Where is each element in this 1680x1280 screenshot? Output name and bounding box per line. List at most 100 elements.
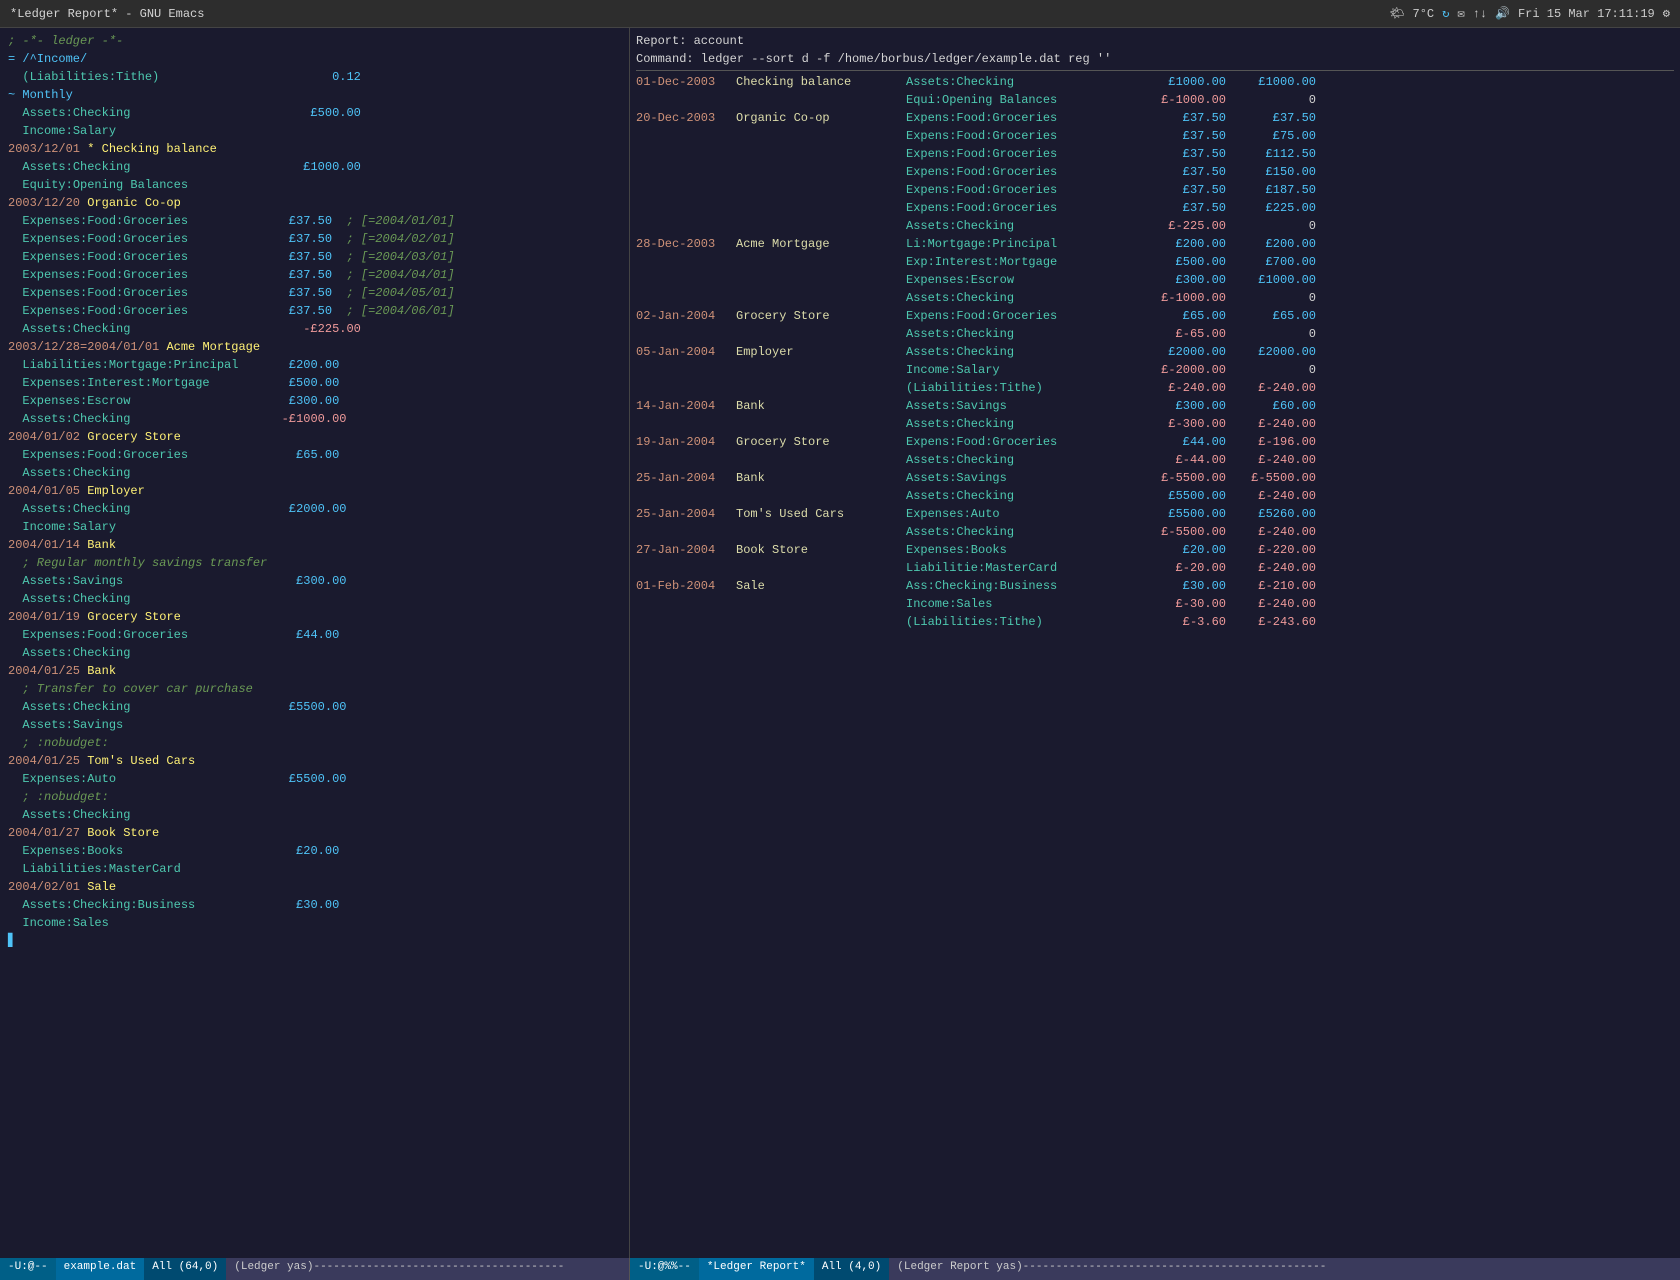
left-line-15: Expenses:Food:Groceries £37.50 ; [=2004/… bbox=[0, 212, 629, 230]
r-row-10a: 27-Jan-2004 Book Store Expenses:Books £2… bbox=[630, 541, 1680, 559]
report-command: Command: ledger --sort d -f /home/borbus… bbox=[636, 50, 1111, 68]
r-row-5c: (Liabilities:Tithe) £-240.00 £-240.00 bbox=[630, 379, 1680, 397]
left-line-64: ▋ bbox=[0, 932, 629, 950]
left-line-33: 2004/01/05 Employer bbox=[0, 482, 629, 500]
left-line-24: Liabilities:Mortgage:Principal £200.00 bbox=[0, 356, 629, 374]
report-label: Report: account bbox=[636, 32, 744, 50]
left-line-4: (Liabilities:Tithe) 0.12 bbox=[0, 68, 629, 86]
left-line-44: Assets:Checking bbox=[0, 644, 629, 662]
r-row-2a: 20-Dec-2003 Organic Co-op Expens:Food:Gr… bbox=[630, 109, 1680, 127]
left-line-6: ~ Monthly bbox=[0, 86, 629, 104]
left-line-14: 2003/12/20 Organic Co-op bbox=[0, 194, 629, 212]
left-line-29: 2004/01/02 Grocery Store bbox=[0, 428, 629, 446]
r-row-2c: Expens:Food:Groceries £37.50 £112.50 bbox=[630, 145, 1680, 163]
left-line-25: Expenses:Interest:Mortgage £500.00 bbox=[0, 374, 629, 392]
left-line-8: Income:Salary bbox=[0, 122, 629, 140]
titlebar-title: *Ledger Report* - GNU Emacs bbox=[10, 7, 204, 21]
r-row-5b: Income:Salary £-2000.00 0 bbox=[630, 361, 1680, 379]
r-row-11a: 01-Feb-2004 Sale Ass:Checking:Business £… bbox=[630, 577, 1680, 595]
left-pane[interactable]: ; -*- ledger -*- = /^Income/ (Liabilitie… bbox=[0, 28, 630, 1258]
left-line-3: = /^Income/ bbox=[0, 50, 629, 68]
status-left: -U:@-- example.dat All (64,0) (Ledger ya… bbox=[0, 1258, 630, 1280]
right-pos: All (4,0) bbox=[814, 1258, 889, 1280]
left-line-62: Assets:Checking:Business £30.00 bbox=[0, 896, 629, 914]
r-row-3d: Assets:Checking £-1000.00 0 bbox=[630, 289, 1680, 307]
left-line-7: Assets:Checking £500.00 bbox=[0, 104, 629, 122]
left-line-21: Assets:Checking -£225.00 bbox=[0, 320, 629, 338]
temperature: 7°C bbox=[1413, 7, 1435, 21]
datetime: Fri 15 Mar 17:11:19 bbox=[1518, 7, 1655, 21]
right-pane[interactable]: Report: account Command: ledger --sort d… bbox=[630, 28, 1680, 1258]
left-line-48: Assets:Checking £5500.00 bbox=[0, 698, 629, 716]
status-bar: -U:@-- example.dat All (64,0) (Ledger ya… bbox=[0, 1258, 1680, 1280]
left-line-49: Assets:Savings bbox=[0, 716, 629, 734]
left-line-34: Assets:Checking £2000.00 bbox=[0, 500, 629, 518]
left-line-26: Expenses:Escrow £300.00 bbox=[0, 392, 629, 410]
main-container: ; -*- ledger -*- = /^Income/ (Liabilitie… bbox=[0, 28, 1680, 1258]
r-row-2d: Expens:Food:Groceries £37.50 £150.00 bbox=[630, 163, 1680, 181]
r-row-3b: Exp:Interest:Mortgage £500.00 £700.00 bbox=[630, 253, 1680, 271]
right-mode-name: (Ledger Report yas)---------------------… bbox=[889, 1258, 1680, 1280]
right-file: *Ledger Report* bbox=[699, 1258, 814, 1280]
r-row-9a: 25-Jan-2004 Tom's Used Cars Expenses:Aut… bbox=[630, 505, 1680, 523]
weather-icon: 🌤 bbox=[1389, 6, 1404, 21]
settings-icon[interactable]: ⚙ bbox=[1663, 6, 1670, 21]
r-row-6b: Assets:Checking £-300.00 £-240.00 bbox=[630, 415, 1680, 433]
left-line-38: ; Regular monthly savings transfer bbox=[0, 554, 629, 572]
left-line-10: 2003/12/01 * Checking balance bbox=[0, 140, 629, 158]
left-line-27: Assets:Checking -£1000.00 bbox=[0, 410, 629, 428]
left-line-1: ; -*- ledger -*- bbox=[0, 32, 629, 50]
titlebar: *Ledger Report* - GNU Emacs 🌤 7°C ↻ ✉ ↑↓… bbox=[0, 0, 1680, 28]
r-row-5a: 05-Jan-2004 Employer Assets:Checking £20… bbox=[630, 343, 1680, 361]
left-line-55: Assets:Checking bbox=[0, 806, 629, 824]
volume-icon: 🔊 bbox=[1495, 6, 1510, 21]
r-row-8a: 25-Jan-2004 Bank Assets:Savings £-5500.0… bbox=[630, 469, 1680, 487]
left-line-47: ; Transfer to cover car purchase bbox=[0, 680, 629, 698]
report-header-1: Report: account bbox=[630, 32, 1680, 50]
left-line-16: Expenses:Food:Groceries £37.50 ; [=2004/… bbox=[0, 230, 629, 248]
reload-icon[interactable]: ↻ bbox=[1442, 6, 1449, 21]
left-line-52: 2004/01/25 Tom's Used Cars bbox=[0, 752, 629, 770]
r-row-8b: Assets:Checking £5500.00 £-240.00 bbox=[630, 487, 1680, 505]
left-line-17: Expenses:Food:Groceries £37.50 ; [=2004/… bbox=[0, 248, 629, 266]
report-header-2: Command: ledger --sort d -f /home/borbus… bbox=[630, 50, 1680, 68]
left-line-19: Expenses:Food:Groceries £37.50 ; [=2004/… bbox=[0, 284, 629, 302]
mail-icon: ✉ bbox=[1457, 6, 1464, 21]
left-line-46: 2004/01/25 Bank bbox=[0, 662, 629, 680]
r-row-10b: Liabilitie:MasterCard £-20.00 £-240.00 bbox=[630, 559, 1680, 577]
status-right: -U:@%%-- *Ledger Report* All (4,0) (Ledg… bbox=[630, 1258, 1680, 1280]
left-line-18: Expenses:Food:Groceries £37.50 ; [=2004/… bbox=[0, 266, 629, 284]
left-line-39: Assets:Savings £300.00 bbox=[0, 572, 629, 590]
r-row-2g: Assets:Checking £-225.00 0 bbox=[630, 217, 1680, 235]
network-icon: ↑↓ bbox=[1473, 7, 1487, 21]
r-row-9b: Assets:Checking £-5500.00 £-240.00 bbox=[630, 523, 1680, 541]
left-line-58: Expenses:Books £20.00 bbox=[0, 842, 629, 860]
left-pos: All (64,0) bbox=[144, 1258, 226, 1280]
r-row-2b: Expens:Food:Groceries £37.50 £75.00 bbox=[630, 127, 1680, 145]
left-file: example.dat bbox=[56, 1258, 145, 1280]
left-line-11: Assets:Checking £1000.00 bbox=[0, 158, 629, 176]
left-line-43: Expenses:Food:Groceries £44.00 bbox=[0, 626, 629, 644]
left-line-23: 2003/12/28=2004/01/01 Acme Mortgage bbox=[0, 338, 629, 356]
left-line-63: Income:Sales bbox=[0, 914, 629, 932]
r-row-11b: Income:Sales £-30.00 £-240.00 bbox=[630, 595, 1680, 613]
report-divider bbox=[636, 70, 1674, 71]
r-row-3a: 28-Dec-2003 Acme Mortgage Li:Mortgage:Pr… bbox=[630, 235, 1680, 253]
left-line-30: Expenses:Food:Groceries £65.00 bbox=[0, 446, 629, 464]
left-line-35: Income:Salary bbox=[0, 518, 629, 536]
r-row-3c: Expenses:Escrow £300.00 £1000.00 bbox=[630, 271, 1680, 289]
left-line-40: Assets:Checking bbox=[0, 590, 629, 608]
left-mode: -U:@-- bbox=[0, 1258, 56, 1280]
left-line-37: 2004/01/14 Bank bbox=[0, 536, 629, 554]
r-row-1a: 01-Dec-2003 Checking balance Assets:Chec… bbox=[630, 73, 1680, 91]
r-row-4a: 02-Jan-2004 Grocery Store Expens:Food:Gr… bbox=[630, 307, 1680, 325]
left-line-57: 2004/01/27 Book Store bbox=[0, 824, 629, 842]
left-line-61: 2004/02/01 Sale bbox=[0, 878, 629, 896]
left-line-53: Expenses:Auto £5500.00 bbox=[0, 770, 629, 788]
left-line-31: Assets:Checking bbox=[0, 464, 629, 482]
r-row-7a: 19-Jan-2004 Grocery Store Expens:Food:Gr… bbox=[630, 433, 1680, 451]
right-mode: -U:@%%-- bbox=[630, 1258, 699, 1280]
left-line-59: Liabilities:MasterCard bbox=[0, 860, 629, 878]
left-line-12: Equity:Opening Balances bbox=[0, 176, 629, 194]
left-line-50: ; :nobudget: bbox=[0, 734, 629, 752]
